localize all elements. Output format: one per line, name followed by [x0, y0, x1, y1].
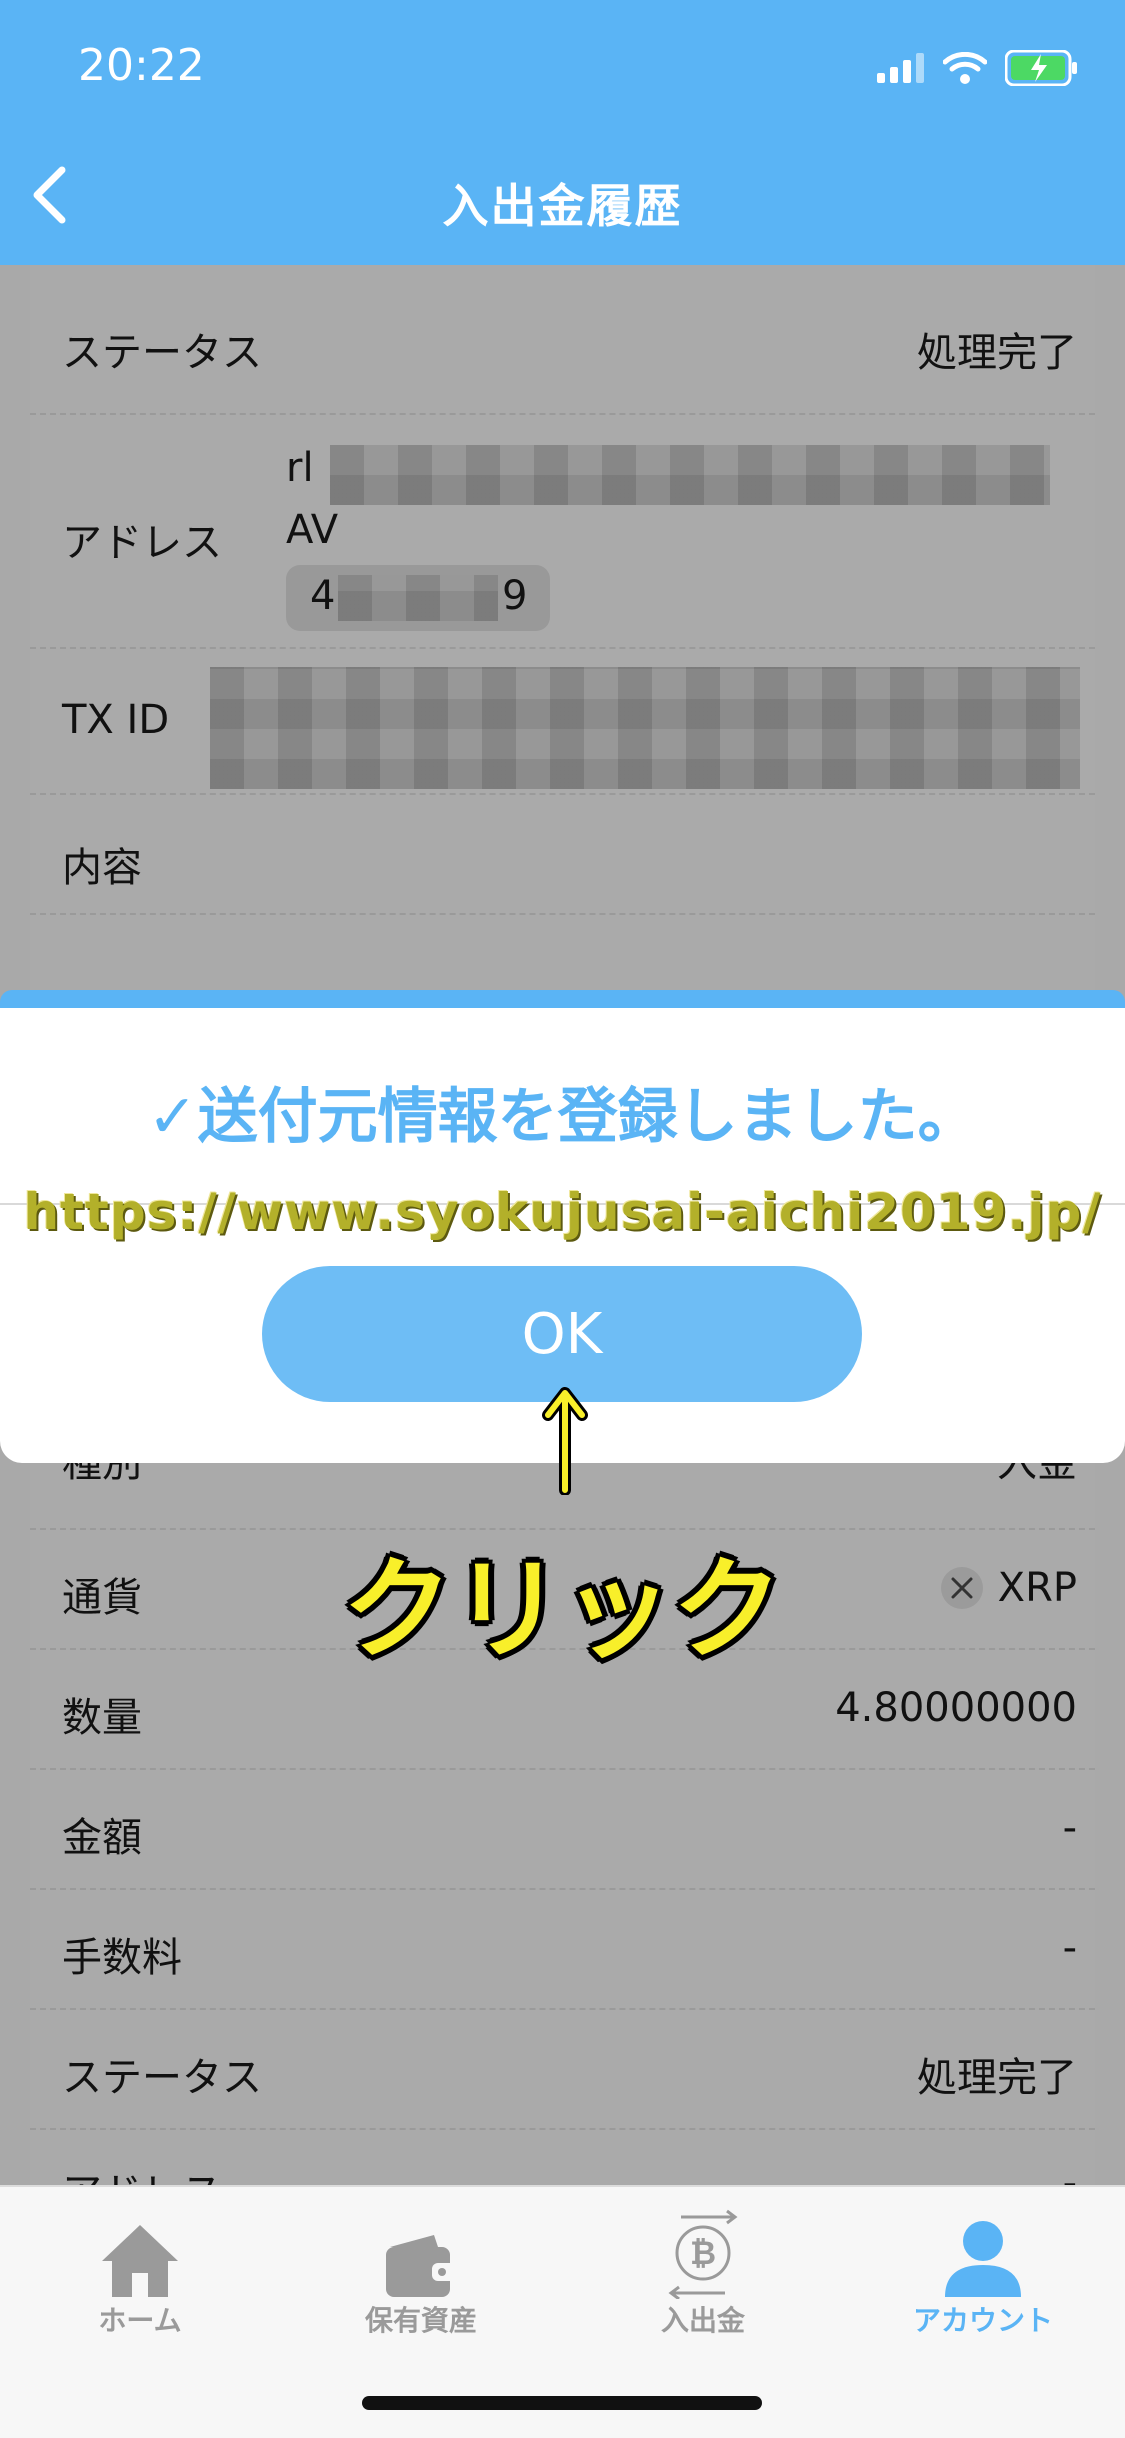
- up-arrow-annotation-icon: [542, 1387, 588, 1495]
- tab-home[interactable]: ホーム: [15, 2207, 265, 2339]
- tab-assets[interactable]: 保有資産: [296, 2207, 546, 2339]
- price-label: 金額: [62, 1815, 142, 1861]
- signal-icon: [877, 53, 924, 83]
- tab-assets-label: 保有資産: [364, 2304, 477, 2337]
- ok-button[interactable]: OK: [262, 1266, 862, 1402]
- click-annotation: クリック: [342, 1546, 783, 1674]
- wallet-icon: [386, 2235, 456, 2297]
- tag-start: 4: [310, 573, 336, 619]
- txid-row: TX ID: [30, 649, 1095, 795]
- address-label: アドレス: [62, 520, 222, 566]
- account-icon: [945, 2221, 1021, 2297]
- wifi-icon: [943, 52, 987, 84]
- destination-tag-chip: 4 9: [286, 565, 550, 631]
- svg-text:₿: ₿: [690, 2234, 716, 2272]
- amount-value: 4.80000000: [835, 1685, 1077, 1731]
- home-indicator: [362, 2396, 762, 2410]
- page-title: 入出金履歴: [442, 179, 683, 233]
- content-label: 内容: [62, 845, 142, 891]
- tag-end: 9: [502, 573, 528, 619]
- address-redaction: [330, 445, 1050, 505]
- status-label: ステータス: [62, 330, 262, 376]
- status-time: 20:22: [78, 40, 205, 91]
- status-icons: [877, 50, 1079, 86]
- tab-deposit-withdraw-label: 入出金: [660, 2304, 745, 2337]
- address-line-2: AV: [286, 507, 339, 553]
- status-value: 処理完了: [917, 330, 1077, 376]
- tab-home-label: ホーム: [98, 2304, 182, 2337]
- bitcoin-transfer-icon: ₿: [668, 2209, 738, 2299]
- address-row: アドレス rl AV 4 9: [30, 415, 1095, 649]
- address-line-1: rl: [286, 445, 314, 491]
- txid-label: TX ID: [62, 697, 170, 743]
- amount-label: 数量: [62, 1695, 142, 1741]
- status-label-bottom: ステータス: [62, 2055, 262, 2101]
- tag-redaction: [338, 575, 498, 621]
- fee-value: -: [1062, 1925, 1077, 1971]
- dialog-top-accent: [0, 990, 1125, 1008]
- watermark-url: https://www.syokujusai-aichi2019.jp/: [23, 1183, 1102, 1241]
- home-icon: [102, 2225, 178, 2297]
- price-value: -: [1062, 1805, 1077, 1851]
- tab-account[interactable]: アカウント: [858, 2207, 1108, 2339]
- dialog-message: ✓送付元情報を登録しました。: [147, 1082, 978, 1152]
- tab-deposit-withdraw[interactable]: ₿ 入出金: [578, 2207, 828, 2339]
- status-row-bottom: ステータス 処理完了: [30, 2010, 1095, 2130]
- content-row: 内容: [30, 795, 1095, 915]
- fee-label: 手数料: [62, 1935, 182, 1981]
- price-row: 金額 -: [30, 1770, 1095, 1890]
- status-row: ステータス 処理完了: [30, 265, 1095, 415]
- txid-redaction: [210, 667, 1080, 789]
- fee-row: 手数料 -: [30, 1890, 1095, 2010]
- status-bar: 20:22: [0, 0, 1125, 130]
- navigation-bar: 入出金履歴: [0, 130, 1125, 265]
- status-value-bottom: 処理完了: [917, 2055, 1077, 2101]
- battery-charging-icon: [1005, 50, 1077, 86]
- tab-account-label: アカウント: [912, 2304, 1053, 2337]
